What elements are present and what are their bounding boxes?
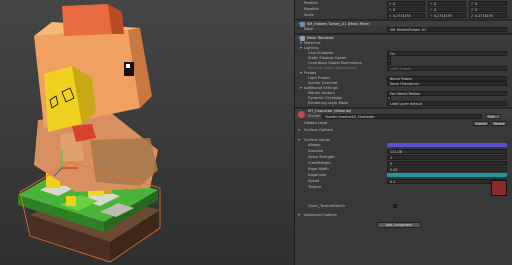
material-sphere-icon: [298, 111, 305, 118]
scale-x-field[interactable]: X 0.2714155: [387, 12, 425, 18]
mesh-field[interactable]: SM_HiddenTurbey_01: [387, 26, 507, 32]
albedo-color-swatch[interactable]: [387, 142, 507, 148]
shader-dropdown[interactable]: Shader Graphs/SG_Character: [322, 114, 482, 119]
rendering-layer-mask-dropdown[interactable]: Light Layer default: [387, 100, 507, 106]
scene-view[interactable]: [0, 0, 294, 265]
rendering-layer-mask-label: Rendering Layer Mask: [308, 101, 348, 105]
mesh-row: Mesh SM_HiddenTurbey_01: [295, 26, 512, 32]
foldout-arrow-icon[interactable]: [300, 41, 302, 44]
scale-y-field[interactable]: Y 0.2714155: [428, 12, 466, 18]
inspector-panel: Position X0 Y0 Z0 Rotation X0 Y0 Z0 Scal…: [294, 0, 512, 265]
material-header[interactable]: MT_Character (Material) Shader Shader Gr…: [295, 108, 512, 119]
scale-label: Scale: [304, 13, 314, 17]
edge-color-swatch[interactable]: [387, 172, 507, 178]
dissolve-field[interactable]: 121.08: [387, 148, 507, 154]
revert-button[interactable]: Revert: [491, 120, 507, 126]
outer-texture-switch-label: Outer_TextureSwitch: [308, 204, 346, 208]
foldout-arrow-icon[interactable]: [300, 86, 302, 89]
position-z-field[interactable]: Z0: [469, 0, 507, 6]
position-x-field[interactable]: X0: [387, 0, 425, 6]
material-submenu-row: Hidden Local Submit Revert: [295, 120, 512, 126]
character-crest: [62, 4, 124, 36]
position-y-field[interactable]: Y0: [428, 0, 466, 6]
foldout-arrow-icon[interactable]: [298, 138, 300, 141]
texture-row: Texture: [295, 184, 512, 190]
noise-strength-field[interactable]: 1: [387, 154, 507, 160]
advanced-options-label: Advanced Options: [304, 213, 337, 217]
submenu-label: Hidden Local: [304, 121, 328, 125]
outer-texture-switch-checkbox[interactable]: [393, 204, 397, 208]
outer-texture-switch-row: Outer_TextureSwitch: [295, 203, 512, 209]
speed-field[interactable]: 0.1: [387, 178, 507, 184]
cutoff-height-field[interactable]: 0: [387, 160, 507, 166]
rotation-z-field[interactable]: Z0: [469, 6, 507, 12]
scale-z-field[interactable]: Z 0.2714155: [469, 12, 507, 18]
edit-shader-button[interactable]: Edit...: [485, 114, 501, 119]
edge-width-field[interactable]: 0.02: [387, 166, 507, 172]
foldout-arrow-icon[interactable]: [298, 128, 300, 131]
foldout-arrow-icon[interactable]: [298, 213, 300, 216]
character-eye: [124, 62, 134, 76]
rendering-layer-mask-row: Rendering Layer Mask Light Layer default: [295, 100, 512, 106]
rotation-x-field[interactable]: X0: [387, 6, 425, 12]
foldout-arrow-icon[interactable]: [300, 71, 302, 74]
rotation-y-field[interactable]: Y0: [428, 6, 466, 12]
advanced-options-foldout[interactable]: Advanced Options: [295, 212, 512, 218]
texture-label: Texture: [308, 185, 322, 189]
mesh-label: Mesh: [304, 27, 314, 31]
shader-label: Shader: [308, 114, 321, 118]
surface-options-foldout[interactable]: Surface Options: [295, 127, 512, 133]
scene-canvas[interactable]: [0, 0, 294, 265]
foldout-arrow-icon[interactable]: [300, 46, 302, 49]
texture-slot[interactable]: [491, 180, 507, 196]
submit-button[interactable]: Submit: [473, 120, 489, 126]
add-component-button[interactable]: Add Component: [377, 222, 421, 228]
surface-options-label: Surface Options: [304, 128, 333, 132]
transform-scale-row: Scale X 0.2714155 Y 0.2714155 Z 0.2714155: [295, 12, 512, 18]
